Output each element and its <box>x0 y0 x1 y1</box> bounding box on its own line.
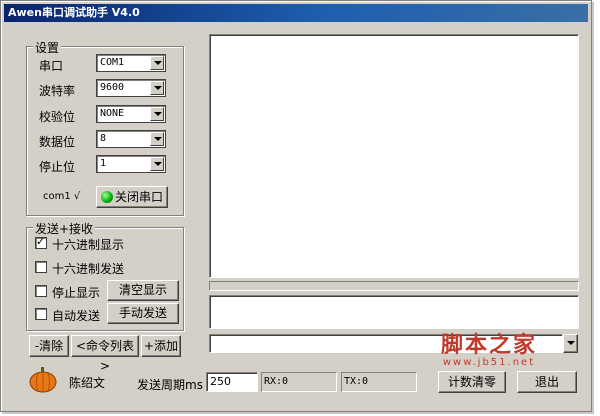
reset-count-button[interactable]: 计数清零 <box>438 371 506 393</box>
status-led-icon <box>100 191 113 203</box>
auto-send-label: 自动发送 <box>52 309 101 323</box>
port-value: COM1 <box>100 57 125 68</box>
window-title: Awen串口调试助手 V4.0 <box>8 6 140 19</box>
command-list-button[interactable]: <命令列表> <box>71 335 139 373</box>
receive-textarea[interactable] <box>209 34 579 278</box>
settings-legend: 设置 <box>33 39 62 56</box>
author-label: 陈绍文 <box>69 376 106 390</box>
add-command-button[interactable]: +添加 <box>141 335 181 357</box>
period-label: 发送周期ms <box>137 378 203 392</box>
parity-value: NONE <box>100 108 125 119</box>
period-value: 250 <box>210 375 231 388</box>
clear-display-label: 清空显示 <box>118 283 167 297</box>
baud-select[interactable]: 9600 <box>96 79 166 97</box>
chevron-down-icon[interactable] <box>150 132 164 146</box>
stopbits-value: 1 <box>100 158 107 169</box>
rx-counter: RX:0 <box>261 372 337 392</box>
parity-select[interactable]: NONE <box>96 105 166 123</box>
command-list-label: <命令列表> <box>75 339 135 373</box>
close-port-label: 关闭串口 <box>114 190 163 204</box>
exit-label: 退出 <box>534 375 559 389</box>
main-window: Awen串口调试助手 V4.0 设置 串口 COM1 波特率 9600 校验位 … <box>0 0 592 412</box>
close-port-button[interactable]: 关闭串口 <box>96 186 168 208</box>
clear-display-button[interactable]: 清空显示 <box>107 280 179 301</box>
chevron-down-icon <box>567 341 575 345</box>
databits-select[interactable]: 8 <box>96 130 166 148</box>
databits-label: 数据位 <box>39 135 76 149</box>
send-textarea[interactable] <box>209 295 579 329</box>
chevron-down-icon[interactable] <box>150 157 164 171</box>
hex-display-checkbox[interactable] <box>35 235 47 249</box>
port-select[interactable]: COM1 <box>96 54 166 72</box>
clear-command-button[interactable]: -清除 <box>29 335 69 357</box>
period-input[interactable]: 250 <box>206 372 258 392</box>
clear-command-label: -清除 <box>34 339 64 353</box>
watermark-url: www.jb51.net <box>442 357 536 368</box>
port-label: 串口 <box>39 59 64 73</box>
manual-send-button[interactable]: 手动发送 <box>107 303 179 324</box>
auto-send-checkbox[interactable] <box>35 308 47 320</box>
hex-send-label: 十六进制发送 <box>52 262 125 276</box>
add-command-label: +添加 <box>143 339 179 353</box>
stop-display-checkbox[interactable] <box>35 285 47 297</box>
databits-value: 8 <box>100 133 107 144</box>
rx-label: RX:0 <box>264 376 289 387</box>
title-bar: Awen串口调试助手 V4.0 <box>4 4 588 22</box>
stopbits-label: 停止位 <box>39 160 76 174</box>
pumpkin-icon <box>29 367 57 393</box>
reset-count-label: 计数清零 <box>447 375 496 389</box>
stop-display-label: 停止显示 <box>52 286 101 300</box>
chevron-down-icon[interactable] <box>150 81 164 95</box>
parity-label: 校验位 <box>39 110 76 124</box>
port-status-text: com1 √ <box>43 191 81 202</box>
chevron-down-icon[interactable] <box>150 56 164 70</box>
tx-counter: TX:0 <box>341 372 417 392</box>
stopbits-select[interactable]: 1 <box>96 155 166 173</box>
tx-label: TX:0 <box>344 376 369 387</box>
baud-value: 9600 <box>100 82 125 93</box>
hex-display-label: 十六进制显示 <box>52 238 125 252</box>
baud-label: 波特率 <box>39 84 76 98</box>
command-dropdown-button[interactable] <box>563 334 578 353</box>
exit-button[interactable]: 退出 <box>517 371 577 393</box>
manual-send-label: 手动发送 <box>118 306 167 320</box>
hex-send-checkbox[interactable] <box>35 261 47 273</box>
command-input[interactable] <box>209 334 563 353</box>
progress-bar <box>209 281 579 291</box>
chevron-down-icon[interactable] <box>150 107 164 121</box>
